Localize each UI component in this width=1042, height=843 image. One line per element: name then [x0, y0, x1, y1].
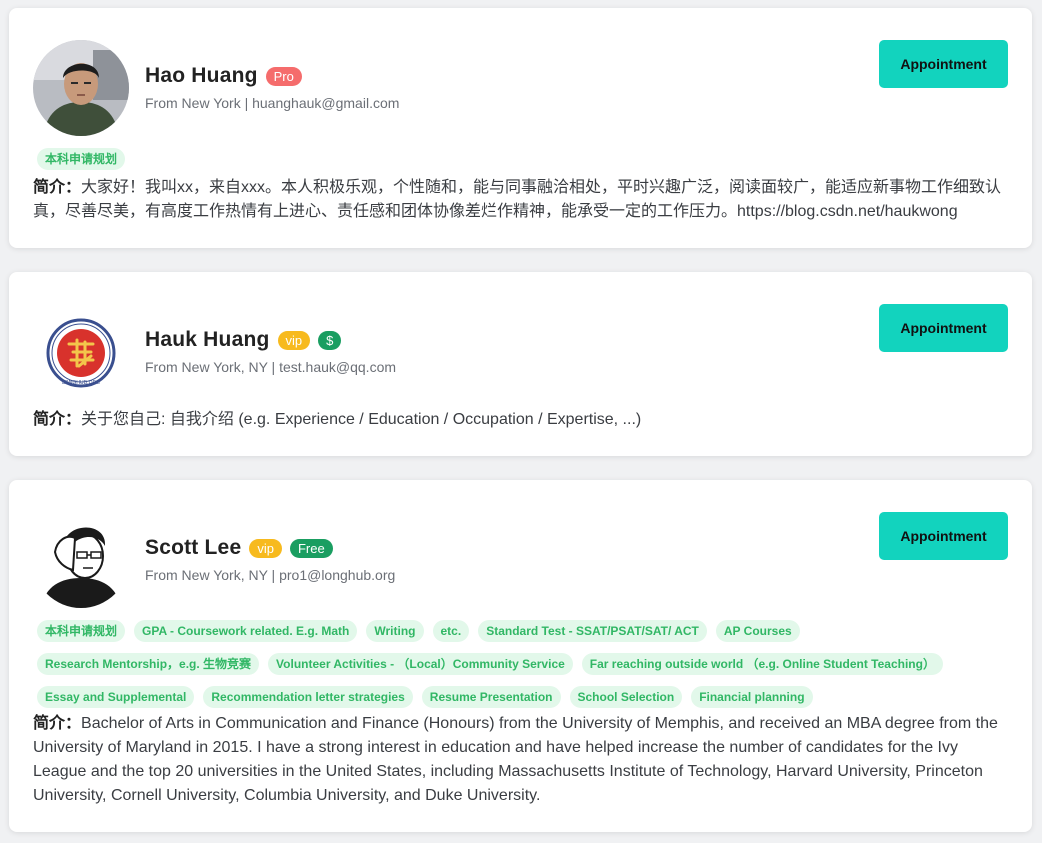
vip-badge: vip	[277, 330, 311, 350]
bio-text: Bachelor of Arts in Communication and Fi…	[33, 715, 998, 804]
tag: 本科申请规划	[37, 620, 126, 642]
avatar[interactable]: LONGHUB.ORG	[33, 304, 129, 400]
tag: Research Mentorship，e.g. 生物竞赛	[37, 653, 260, 675]
mentor-card: LONGHUB.ORG Hauk Huang vip $ From New Yo…	[9, 272, 1032, 456]
bio-label: 简介：	[33, 715, 82, 732]
mentor-name: Scott Lee	[145, 536, 242, 559]
pro-badge: Pro	[265, 66, 302, 86]
location-email: From New York, NY | pro1@longhub.org	[145, 567, 396, 583]
mentor-name: Hauk Huang	[145, 328, 270, 351]
appointment-button[interactable]: Appointment	[879, 512, 1008, 560]
location-email: From New York, NY | test.hauk@qq.com	[145, 359, 397, 375]
tag: School Selection	[569, 686, 683, 708]
tag: 本科申请规划	[37, 148, 126, 170]
tag: Writing	[366, 620, 424, 642]
appointment-button[interactable]: Appointment	[879, 304, 1008, 352]
tag: Standard Test - SSAT/PSAT/SAT/ ACT	[478, 620, 707, 642]
tag: Resume Presentation	[421, 686, 561, 708]
tag: GPA - Coursework related. E.g. Math	[134, 620, 358, 642]
tag-list: 本科申请规划 GPA - Coursework related. E.g. Ma…	[37, 620, 1008, 708]
bio: 简介：关于您自己: 自我介绍 (e.g. Experience / Educat…	[33, 408, 1008, 432]
bio: 简介：Bachelor of Arts in Communication and…	[33, 712, 1008, 808]
logo-ring-text: LONGHUB.ORG	[62, 380, 100, 386]
tag-list: 本科申请规划	[37, 148, 1008, 170]
bio-label: 简介：	[33, 179, 82, 196]
paid-badge: $	[318, 330, 342, 350]
location-email: From New York | huanghauk@gmail.com	[145, 95, 400, 111]
tag: Financial planning	[691, 686, 813, 708]
mentor-name: Hao Huang	[145, 64, 258, 87]
appointment-button[interactable]: Appointment	[879, 40, 1008, 88]
tag: AP Courses	[715, 620, 800, 642]
mentor-card: Hao Huang Pro From New York | huanghauk@…	[9, 8, 1032, 248]
tag: Volunteer Activities - （Local）Community …	[268, 653, 573, 675]
tag: Essay and Supplemental	[37, 686, 195, 708]
tag: Recommendation letter strategies	[203, 686, 413, 708]
tag: Far reaching outside world （e.g. Online …	[581, 653, 943, 675]
free-badge: Free	[289, 538, 333, 558]
bio: 简介：大家好！我叫xx，来自xxx。本人积极乐观，个性随和，能与同事融洽相处，平…	[33, 176, 1008, 224]
bio-text: 关于您自己: 自我介绍 (e.g. Experience / Education…	[81, 411, 642, 428]
tag: etc.	[432, 620, 470, 642]
bio-label: 简介：	[33, 411, 82, 428]
mentor-card: Scott Lee vip Free From New York, NY | p…	[9, 480, 1032, 832]
avatar[interactable]	[33, 40, 129, 136]
bio-text: 大家好！我叫xx，来自xxx。本人积极乐观，个性随和，能与同事融洽相处，平时兴趣…	[33, 179, 1002, 220]
vip-badge: vip	[249, 538, 282, 558]
avatar[interactable]	[33, 512, 129, 608]
